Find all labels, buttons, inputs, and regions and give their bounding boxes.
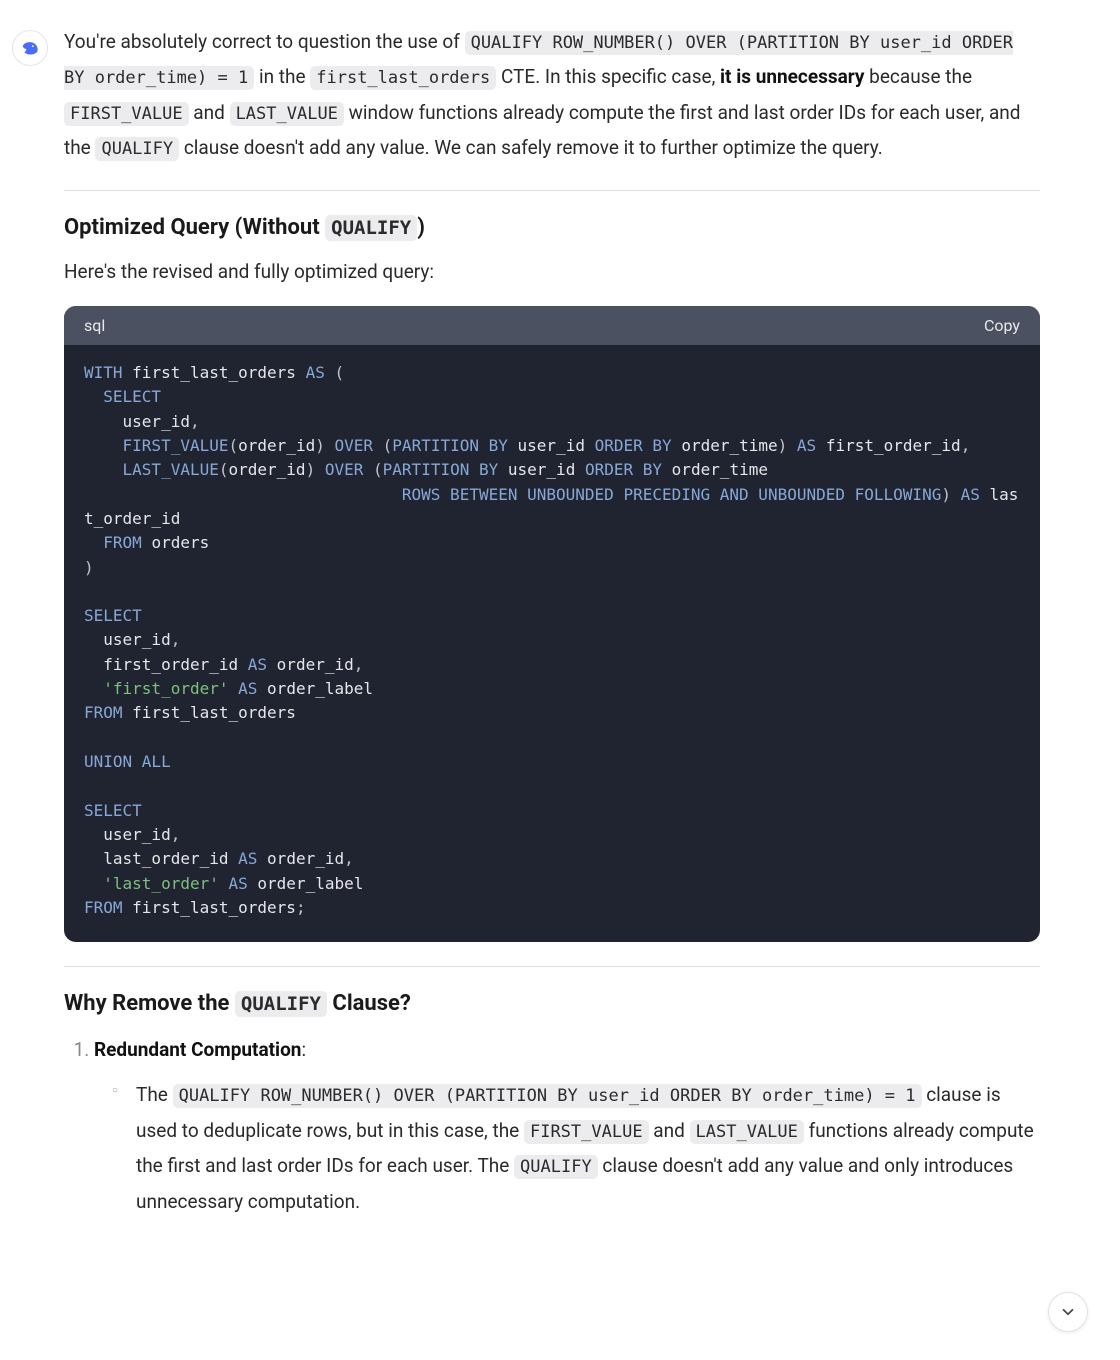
heading-text: Optimized Query (Without xyxy=(64,215,325,240)
heading-text: Clause? xyxy=(327,991,411,1016)
code-header: sql Copy xyxy=(64,306,1040,345)
inline-code: QUALIFY xyxy=(95,137,179,161)
text: clause doesn't add any value. We can saf… xyxy=(179,136,883,159)
inline-code: QUALIFY xyxy=(235,991,327,1017)
text: CTE. In this specific case, xyxy=(496,65,720,88)
divider xyxy=(64,190,1040,191)
list-item: Redundant Computation: The QUALIFY ROW_N… xyxy=(94,1032,1040,1219)
inline-code: FIRST_VALUE xyxy=(64,102,189,126)
inline-code: QUALIFY xyxy=(514,1155,598,1179)
text: : xyxy=(301,1038,306,1061)
bold-text: it is unnecessary xyxy=(720,65,864,88)
text: The xyxy=(136,1083,173,1106)
avatar xyxy=(12,30,48,66)
list-item: The QUALIFY ROW_NUMBER() OVER (PARTITION… xyxy=(118,1077,1040,1218)
inline-code: FIRST_VALUE xyxy=(524,1120,649,1144)
sub-list: The QUALIFY ROW_NUMBER() OVER (PARTITION… xyxy=(94,1077,1040,1218)
intro-paragraph: You're absolutely correct to question th… xyxy=(64,24,1040,166)
inline-code: QUALIFY xyxy=(325,215,417,241)
whale-icon xyxy=(19,37,41,59)
assistant-message: You're absolutely correct to question th… xyxy=(12,24,1040,1219)
text: and xyxy=(649,1119,690,1142)
scroll-down-button[interactable] xyxy=(1048,1292,1088,1332)
code-language-label: sql xyxy=(84,316,105,335)
text: and xyxy=(189,101,230,124)
inline-code: LAST_VALUE xyxy=(230,102,344,126)
inline-code: first_last_orders xyxy=(310,66,496,90)
inline-code: LAST_VALUE xyxy=(690,1120,804,1144)
section-heading-optimized: Optimized Query (Without QUALIFY) xyxy=(64,215,1040,240)
reasons-list: Redundant Computation: The QUALIFY ROW_N… xyxy=(64,1032,1040,1219)
section-heading-why: Why Remove the QUALIFY Clause? xyxy=(64,991,1040,1016)
item-title: Redundant Computation xyxy=(94,1038,301,1061)
heading-text: ) xyxy=(417,215,425,240)
chevron-down-icon xyxy=(1059,1303,1077,1321)
text: in the xyxy=(254,65,310,88)
text: because the xyxy=(864,65,972,88)
subtext: Here's the revised and fully optimized q… xyxy=(64,256,1040,288)
inline-code: QUALIFY ROW_NUMBER() OVER (PARTITION BY … xyxy=(173,1084,922,1108)
copy-button[interactable]: Copy xyxy=(984,316,1020,335)
code-block: sql Copy WITH first_last_orders AS ( SEL… xyxy=(64,306,1040,942)
message-content: You're absolutely correct to question th… xyxy=(64,24,1040,1219)
divider xyxy=(64,966,1040,967)
text: You're absolutely correct to question th… xyxy=(64,30,465,53)
heading-text: Why Remove the xyxy=(64,991,235,1016)
code-body[interactable]: WITH first_last_orders AS ( SELECT user_… xyxy=(64,345,1040,942)
